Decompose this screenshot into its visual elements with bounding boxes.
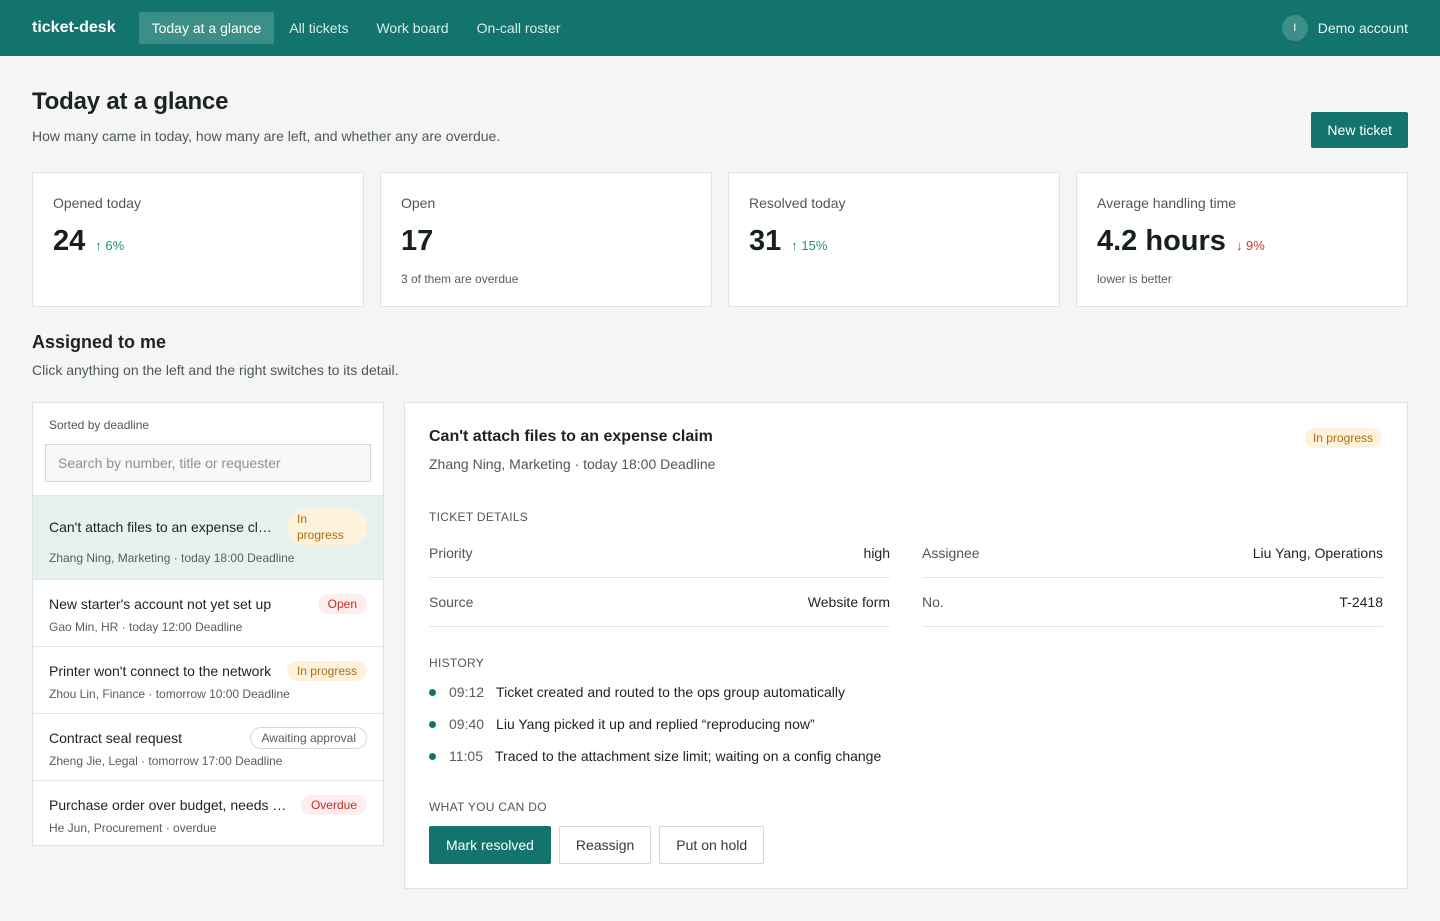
stat-value: 31 (749, 225, 782, 257)
item-meta: Zhou Lin, Finance · tomorrow 10:00 Deadl… (49, 687, 290, 701)
history-text: Liu Yang picked it up and replied “repro… (496, 716, 815, 732)
item-meta: Gao Min, HR · today 12:00 Deadline (49, 620, 243, 634)
avatar: I (1281, 15, 1308, 41)
trend-up-indicator: ↑ 6% (95, 238, 125, 253)
field-source: Source Website form (429, 578, 890, 627)
status-badge: Open (317, 594, 367, 614)
item-title: Can't attach files to an expense claim (49, 519, 275, 535)
history-entry: 11:05 Traced to the attachment size limi… (429, 748, 881, 764)
new-ticket-button[interactable]: New ticket (1311, 112, 1408, 148)
nav-today[interactable]: Today at a glance (138, 12, 275, 44)
history-heading: HISTORY (429, 656, 485, 670)
history-time: 11:05 (449, 748, 483, 764)
field-key: Priority (429, 545, 473, 561)
field-value: Website form (807, 594, 890, 610)
stat-label: Resolved today (749, 195, 846, 211)
history-text: Ticket created and routed to the ops gro… (496, 684, 845, 700)
stat-note: lower is better (1097, 272, 1172, 286)
stat-value: 17 (401, 225, 434, 257)
detail-meta: Zhang Ning, Marketing · today 18:00 Dead… (429, 456, 716, 472)
field-key: Assignee (922, 545, 980, 561)
ticket-list: Can't attach files to an expense claim Z… (33, 495, 383, 847)
stat-note: 3 of them are overdue (401, 272, 519, 286)
status-badge: In progress (286, 661, 367, 681)
status-badge: In progress (1304, 428, 1381, 448)
detail-title: Can't attach files to an expense claim (429, 428, 713, 445)
stat-label: Average handling time (1097, 195, 1237, 211)
list-item[interactable]: Purchase order over budget, needs sign-o… (33, 780, 383, 847)
history-time: 09:40 (449, 716, 485, 732)
trend-up-indicator: ↑ 15% (791, 238, 828, 253)
nav-all-tickets[interactable]: All tickets (276, 12, 361, 44)
field-value: high (863, 545, 890, 561)
status-badge: In progress (287, 509, 367, 545)
field-assignee: Assignee Liu Yang, Operations (922, 529, 1383, 578)
timeline-dot-icon (429, 688, 436, 696)
stat-value: 24 (53, 225, 86, 257)
stat-card-resolved-today: Resolved today 31 ↑ 15% (728, 172, 1060, 307)
stats-row: Opened today 24 ↑ 6% Open 17 3 of them a… (32, 172, 1408, 307)
field-key: Source (429, 594, 474, 610)
status-badge: Overdue (300, 795, 367, 815)
list-item[interactable]: New starter's account not yet set up Gao… (33, 579, 383, 646)
timeline-dot-icon (429, 720, 436, 728)
field-priority: Priority high (429, 529, 890, 578)
history-entry: 09:40 Liu Yang picked it up and replied … (429, 716, 815, 732)
section-title: Assigned to me (32, 332, 167, 352)
item-title: Purchase order over budget, needs sign-o… (49, 797, 289, 813)
stat-label: Open (401, 195, 436, 211)
item-title: Printer won't connect to the network (49, 663, 272, 679)
history-time: 09:12 (449, 684, 485, 700)
action-buttons: Mark resolved Reassign Put on hold (429, 826, 765, 864)
stat-label: Opened today (53, 195, 141, 211)
field-value: T-2418 (1339, 594, 1383, 610)
sort-label: Sorted by deadline (49, 418, 150, 432)
list-item[interactable]: Printer won't connect to the network Zho… (33, 646, 383, 713)
status-badge: Awaiting approval (250, 727, 367, 749)
item-meta: Zheng Jie, Legal · tomorrow 17:00 Deadli… (49, 754, 283, 768)
mark-resolved-button[interactable]: Mark resolved (429, 826, 551, 864)
list-item[interactable]: Can't attach files to an expense claim Z… (33, 495, 383, 579)
nav-work-board[interactable]: Work board (363, 12, 461, 44)
stat-card-average-handling-time: Average handling time 4.2 hours ↓ 9% low… (1076, 172, 1408, 307)
section-subtitle: Click anything on the left and the right… (32, 362, 399, 378)
reassign-button[interactable]: Reassign (558, 826, 652, 864)
account-menu[interactable]: I Demo account (1281, 15, 1408, 41)
ticket-detail-panel: Can't attach files to an expense claim Z… (404, 402, 1408, 889)
page-title: Today at a glance (32, 88, 229, 115)
actions-heading: WHAT YOU CAN DO (429, 800, 547, 814)
timeline-dot-icon (429, 752, 436, 760)
item-meta: Zhang Ning, Marketing · today 18:00 Dead… (49, 551, 295, 565)
nav-on-call-roster[interactable]: On-call roster (464, 12, 574, 44)
history-text: Traced to the attachment size limit; wai… (495, 748, 882, 764)
field-value: Liu Yang, Operations (1252, 545, 1383, 561)
stat-card-open: Open 17 3 of them are overdue (380, 172, 712, 307)
list-item[interactable]: Contract seal request Zheng Jie, Legal ·… (33, 713, 383, 780)
item-title: New starter's account not yet set up (49, 596, 272, 612)
search-input[interactable] (45, 444, 371, 482)
stat-card-opened-today: Opened today 24 ↑ 6% (32, 172, 364, 307)
main-nav: Today at a glance All tickets Work board… (138, 12, 576, 44)
top-bar: ticket-desk Today at a glance All ticket… (0, 0, 1440, 56)
history-entry: 09:12 Ticket created and routed to the o… (429, 684, 845, 700)
stat-value: 4.2 hours (1097, 225, 1226, 257)
brand-logo[interactable]: ticket-desk (32, 19, 116, 37)
field-number: No. T-2418 (922, 578, 1383, 627)
trend-down-indicator: ↓ 9% (1235, 238, 1265, 253)
ticket-list-panel: Sorted by deadline Can't attach files to… (32, 402, 384, 846)
ticket-details-heading: TICKET DETAILS (429, 510, 529, 524)
account-name: Demo account (1317, 20, 1408, 36)
put-on-hold-button[interactable]: Put on hold (659, 826, 765, 864)
item-meta: He Jun, Procurement · overdue (49, 821, 217, 835)
field-key: No. (922, 594, 944, 610)
item-title: Contract seal request (49, 730, 183, 746)
page-subtitle: How many came in today, how many are lef… (32, 128, 501, 144)
